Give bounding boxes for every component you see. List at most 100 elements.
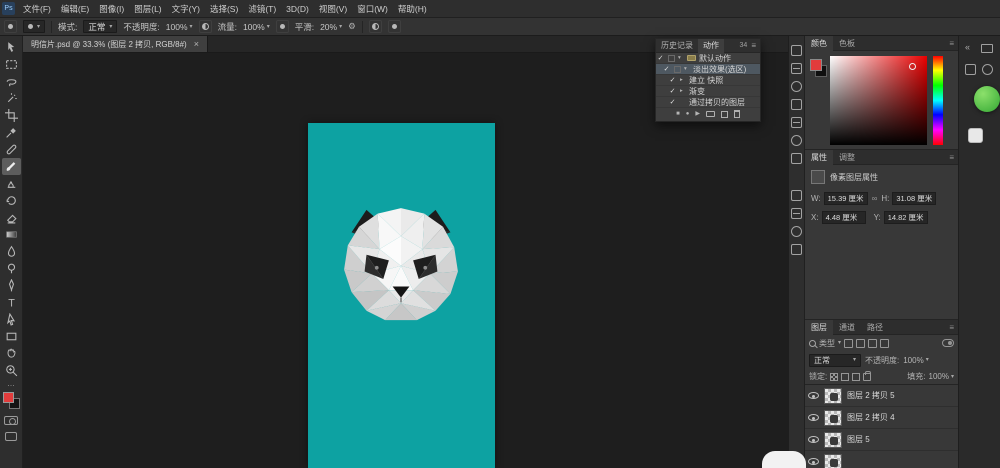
chevron-down-icon[interactable]: ▾ <box>838 340 841 346</box>
panel-menu-icon[interactable]: ≡ <box>747 41 760 50</box>
healing-brush-tool[interactable] <box>2 141 21 158</box>
eraser-tool[interactable] <box>2 209 21 226</box>
menu-image[interactable]: 图像(I) <box>94 0 129 18</box>
shape-tool[interactable] <box>2 328 21 345</box>
visibility-eye-icon[interactable] <box>808 436 819 443</box>
close-icon[interactable]: × <box>194 39 199 49</box>
character-panel-icon[interactable] <box>791 190 802 201</box>
hue-slider[interactable] <box>933 56 943 145</box>
tab-color[interactable]: 颜色 <box>805 36 833 51</box>
x-field[interactable]: 4.48 厘米 <box>822 211 866 224</box>
filter-shape-icon[interactable] <box>880 339 889 348</box>
chevron-right-icon[interactable]: ▸ <box>680 88 686 94</box>
pen-tool[interactable] <box>2 277 21 294</box>
trash-icon[interactable] <box>734 110 740 118</box>
tab-actions[interactable]: 动作 <box>698 39 724 53</box>
chevron-down-icon[interactable]: ▾ <box>678 55 684 61</box>
gradient-tool[interactable] <box>2 226 21 243</box>
quick-mask-icon[interactable] <box>4 416 18 425</box>
filter-adjustment-icon[interactable] <box>856 339 865 348</box>
floating-widget[interactable] <box>762 451 806 468</box>
check-icon[interactable]: ✓ <box>662 65 671 73</box>
brush-settings-icon[interactable] <box>791 63 802 74</box>
learn-badge[interactable] <box>974 86 1000 112</box>
check-icon[interactable]: ✓ <box>668 87 677 95</box>
panel-menu-icon[interactable]: ≡ <box>945 39 958 48</box>
menu-view[interactable]: 视图(V) <box>314 0 352 18</box>
pen-pressure-opacity-icon[interactable] <box>199 20 212 33</box>
tab-properties[interactable]: 属性 <box>805 150 833 165</box>
visibility-eye-icon[interactable] <box>808 392 819 399</box>
clone-stamp-tool[interactable] <box>2 175 21 192</box>
visibility-eye-icon[interactable] <box>808 414 819 421</box>
history-panel-icon[interactable] <box>791 45 802 56</box>
record-icon[interactable]: ● <box>686 111 690 117</box>
new-set-icon[interactable] <box>706 111 715 117</box>
height-field[interactable]: 31.08 厘米 <box>892 192 936 205</box>
check-icon[interactable]: ✓ <box>656 54 665 62</box>
screen-mode-icon[interactable] <box>5 432 17 441</box>
panel-menu-icon[interactable]: ≡ <box>945 153 958 162</box>
artboard[interactable] <box>308 123 495 468</box>
menu-window[interactable]: 窗口(W) <box>352 0 393 18</box>
edit-toolbar-icon[interactable]: … <box>7 381 15 387</box>
clone-source-icon[interactable] <box>791 81 802 92</box>
tab-paths[interactable]: 路径 <box>861 320 889 335</box>
airbrush-icon[interactable] <box>276 20 289 33</box>
check-icon[interactable]: ✓ <box>668 76 677 84</box>
layer-row[interactable]: 图层 2 拷贝 4 <box>805 407 958 429</box>
info-icon[interactable] <box>791 135 802 146</box>
document-tab[interactable]: 明信片.psd @ 33.3% (图层 2 拷贝, RGB/8#) × <box>23 36 208 52</box>
link-dimensions-icon[interactable]: ∞ <box>871 194 879 203</box>
menu-filter[interactable]: 滤镜(T) <box>243 0 281 18</box>
symmetry-icon[interactable] <box>369 20 382 33</box>
chevron-down-icon[interactable]: ▾ <box>684 66 690 72</box>
panel-dock-icon[interactable] <box>982 64 993 75</box>
opacity-field[interactable]: 100%▾ <box>166 22 193 32</box>
workspace-icon[interactable] <box>981 44 993 53</box>
layer-thumbnail[interactable] <box>824 388 842 404</box>
stock-icon[interactable] <box>968 128 983 143</box>
collapse-panels-icon[interactable]: « <box>965 42 970 52</box>
flow-field[interactable]: 100%▾ <box>243 22 270 32</box>
action-row[interactable]: ✓ ▾ 默认动作 <box>656 53 760 64</box>
lasso-tool[interactable] <box>2 73 21 90</box>
stop-icon[interactable]: ■ <box>676 111 680 117</box>
layer-opacity-field[interactable]: 100% ▾ <box>903 356 928 365</box>
lock-transparency-icon[interactable] <box>830 373 838 381</box>
menu-type[interactable]: 文字(Y) <box>167 0 205 18</box>
action-row[interactable]: ✓ ▸ 建立 快照 <box>656 75 760 86</box>
brush-tool[interactable] <box>2 158 21 175</box>
panel-dock-icon[interactable] <box>965 64 976 75</box>
menu-edit[interactable]: 编辑(E) <box>56 0 94 18</box>
marquee-tool[interactable] <box>2 56 21 73</box>
dodge-tool[interactable] <box>2 260 21 277</box>
eyedropper-tool[interactable] <box>2 124 21 141</box>
menu-file[interactable]: 文件(F) <box>18 0 56 18</box>
timeline-panel-icon[interactable] <box>791 244 802 255</box>
crop-tool[interactable] <box>2 107 21 124</box>
layer-row[interactable]: 图层 2 拷贝 5 <box>805 385 958 407</box>
quick-selection-tool[interactable] <box>2 90 21 107</box>
action-row[interactable]: ✓ 通过拷贝的图层 <box>656 97 760 108</box>
tab-history[interactable]: 历史记录 <box>656 39 698 53</box>
fill-field[interactable]: 100% ▾ <box>929 372 954 381</box>
play-icon[interactable]: ▶ <box>695 111 700 117</box>
layer-thumbnail[interactable] <box>824 432 842 448</box>
foreground-color-swatch[interactable] <box>810 59 822 71</box>
brush-preset-picker[interactable]: ▾ <box>23 20 45 33</box>
hand-tool[interactable] <box>2 345 21 362</box>
glyphs-panel-icon[interactable] <box>791 226 802 237</box>
visibility-eye-icon[interactable] <box>808 458 819 465</box>
lock-all-icon[interactable] <box>863 373 871 381</box>
foreground-color-swatch[interactable] <box>3 392 14 403</box>
tab-layers[interactable]: 图层 <box>805 320 833 335</box>
brush-settings-toggle-icon[interactable] <box>388 20 401 33</box>
dialog-toggle-box[interactable] <box>668 55 675 62</box>
lock-position-icon[interactable] <box>852 373 860 381</box>
libraries-icon[interactable] <box>791 117 802 128</box>
tab-channels[interactable]: 通道 <box>833 320 861 335</box>
panel-menu-icon[interactable]: ≡ <box>945 323 958 332</box>
paragraph-panel-icon[interactable] <box>791 208 802 219</box>
blend-mode-select[interactable]: 正常▾ <box>83 20 117 33</box>
